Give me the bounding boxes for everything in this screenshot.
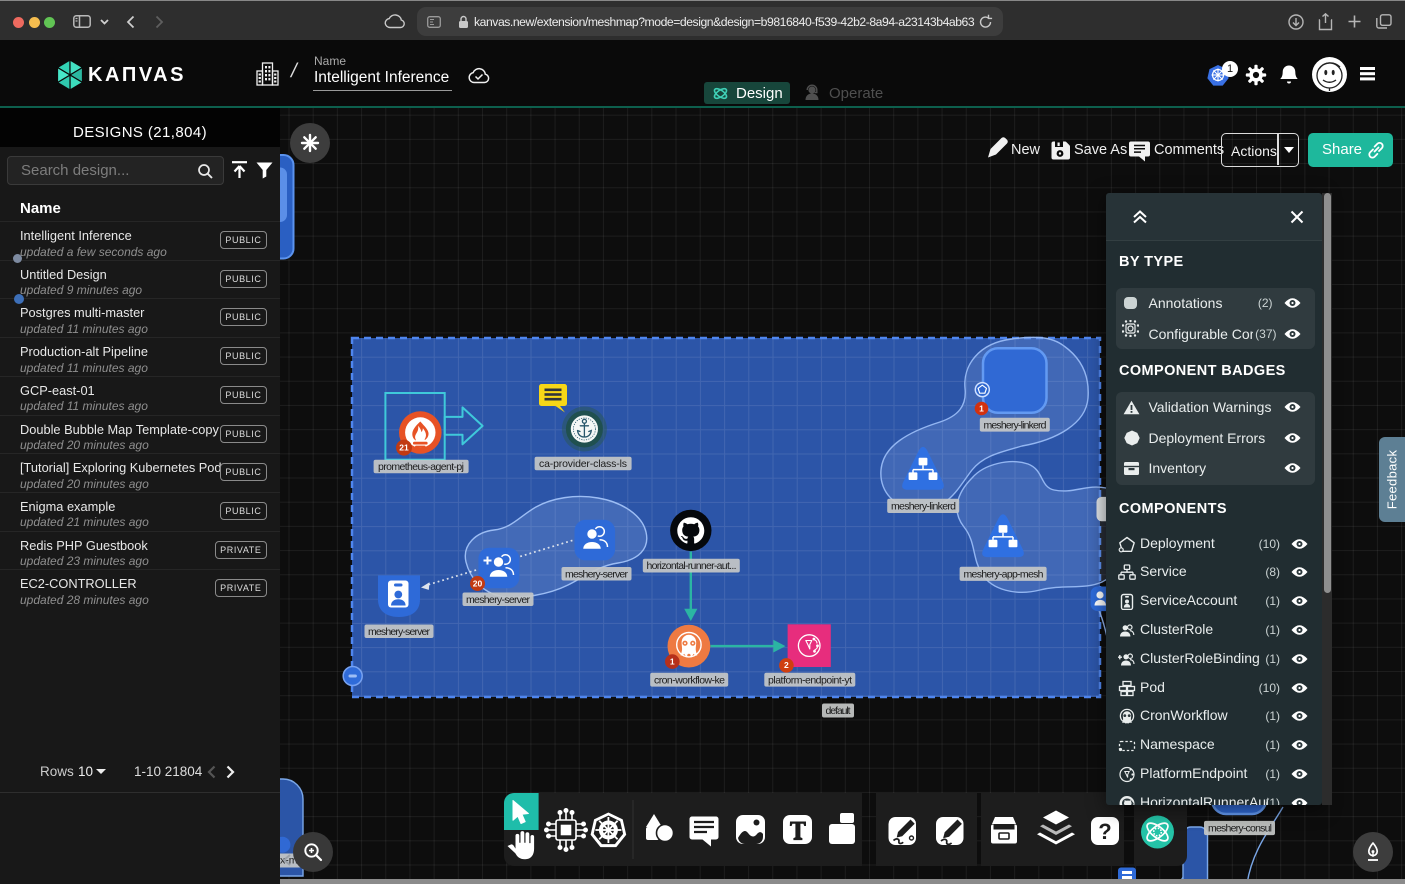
svg-text:meshery-server: meshery-server bbox=[565, 568, 629, 580]
svg-text:platform-endpoint-yt: platform-endpoint-yt bbox=[768, 674, 852, 686]
svg-text:prometheus-agent-pj: prometheus-agent-pj bbox=[378, 461, 464, 473]
svg-text:1: 1 bbox=[670, 656, 675, 666]
svg-text:meshery-linkerd: meshery-linkerd bbox=[984, 419, 1047, 431]
svg-text:meshery-server: meshery-server bbox=[368, 626, 431, 638]
svg-text:meshery-consul: meshery-consul bbox=[1208, 823, 1272, 835]
svg-text:2: 2 bbox=[784, 660, 789, 670]
svg-text:?: ? bbox=[1098, 819, 1111, 844]
svg-text:ca-provider-class-ls: ca-provider-class-ls bbox=[539, 458, 627, 470]
svg-text:meshery-app-mesh: meshery-app-mesh bbox=[964, 568, 1044, 580]
svg-text:1: 1 bbox=[979, 403, 984, 413]
svg-text:meshery-linkerd: meshery-linkerd bbox=[891, 501, 956, 513]
svg-text:horizontal-runner-aut...: horizontal-runner-aut... bbox=[647, 560, 737, 572]
svg-text:21: 21 bbox=[399, 443, 409, 453]
svg-text:20: 20 bbox=[473, 579, 483, 589]
svg-text:cron-workflow-ke: cron-workflow-ke bbox=[654, 674, 725, 686]
svg-text:meshery-server: meshery-server bbox=[466, 594, 531, 606]
svg-text:default: default bbox=[826, 705, 851, 717]
